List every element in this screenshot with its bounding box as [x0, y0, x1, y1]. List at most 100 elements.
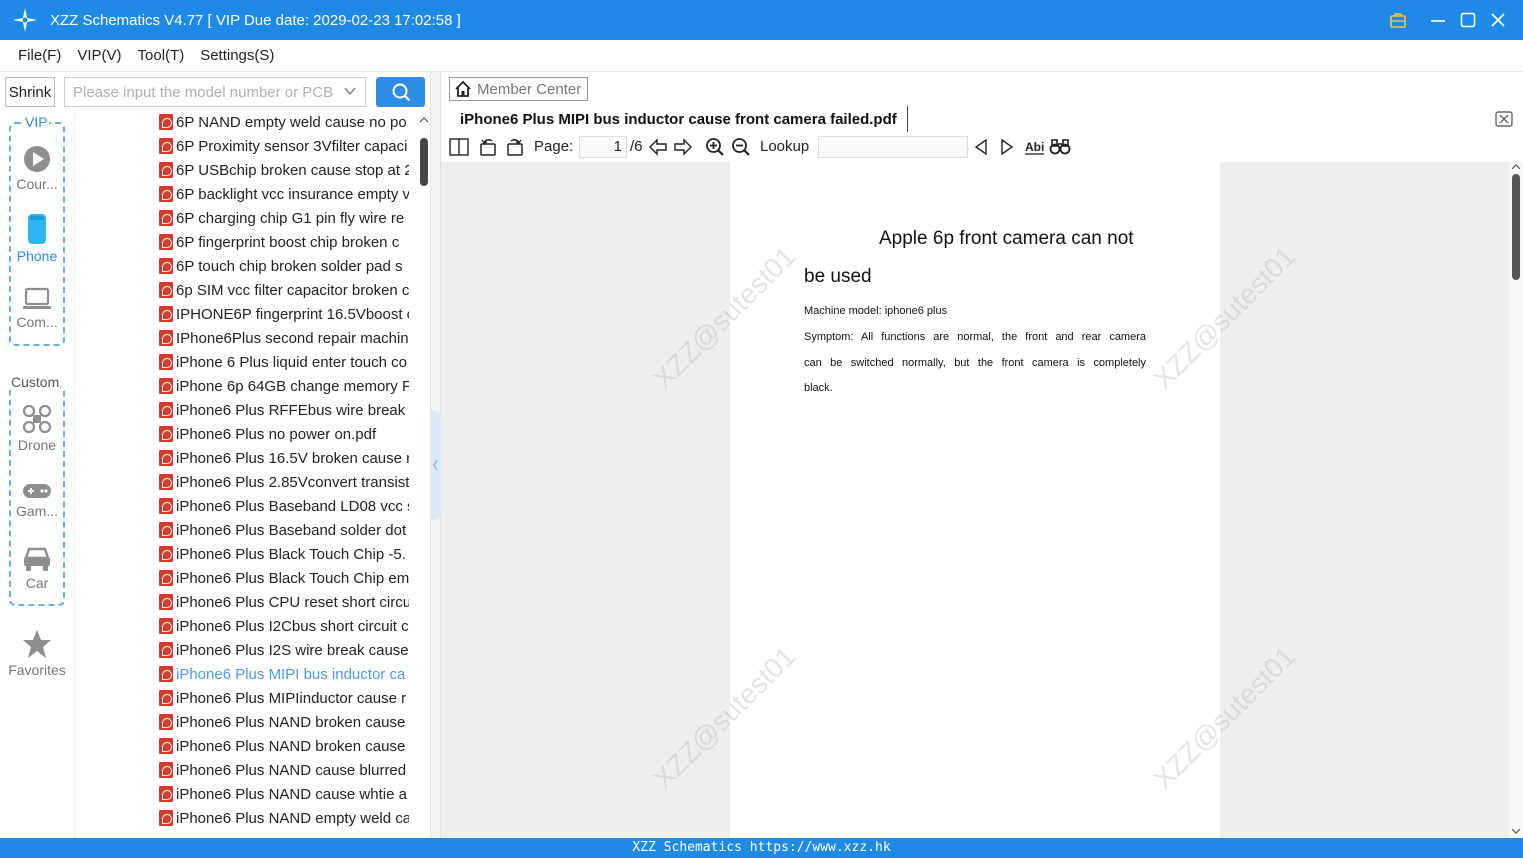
find-previous-icon[interactable] [973, 137, 989, 157]
home-icon [455, 80, 471, 97]
category-courses[interactable]: Cour... [0, 145, 74, 192]
close-tab-icon[interactable] [1495, 110, 1513, 133]
previous-page-icon[interactable] [648, 137, 668, 157]
menu-settings[interactable]: Settings(S) [200, 47, 274, 64]
shrink-button[interactable]: Shrink [5, 77, 55, 107]
file-list-item[interactable]: iPhone6 Plus Black Touch Chip -5. [159, 542, 409, 566]
file-name: iPhone 6 Plus liquid enter touch co [176, 353, 407, 371]
file-name: 6P Proximity sensor 3Vfilter capaci [176, 137, 408, 155]
minimize-button[interactable] [1423, 0, 1453, 40]
file-list-item[interactable]: iPhone6 Plus RFFEbus wire break [159, 398, 409, 422]
menu-vip[interactable]: VIP(V) [77, 47, 121, 64]
category-label: Phone [16, 248, 58, 264]
file-list-item[interactable]: 6P charging chip G1 pin fly wire re [159, 206, 409, 230]
viewer-scrollbar[interactable] [1509, 162, 1523, 838]
file-list-item[interactable]: iPhone6 Plus I2Cbus short circuit c [159, 614, 409, 638]
file-list-item[interactable]: iPhone6 Plus Black Touch Chip em [159, 566, 409, 590]
file-list-item[interactable]: 6P NAND empty weld cause no po [159, 110, 409, 134]
file-name: 6P fingerprint boost chip broken c [176, 233, 400, 251]
scrollbar-thumb[interactable] [420, 138, 428, 186]
menu-tool[interactable]: Tool(T) [138, 47, 185, 64]
pdf-file-icon [159, 522, 173, 538]
file-list-item[interactable]: iPhone6 Plus no power on.pdf [159, 422, 409, 446]
collapse-handle[interactable] [431, 410, 441, 520]
title-bar: XZZ Schematics V4.77 [ VIP Due date: 202… [0, 0, 1523, 40]
file-list-item[interactable]: iPhone 6 Plus liquid enter touch co [159, 350, 409, 374]
file-list-scrollbar[interactable] [418, 110, 430, 838]
rotate-left-icon[interactable] [478, 137, 498, 157]
zoom-out-icon[interactable] [731, 137, 751, 157]
file-list-item[interactable]: iPhone6 Plus NAND cause blurred [159, 758, 409, 782]
scroll-up-icon[interactable] [418, 114, 430, 126]
page-total: /6 [630, 138, 643, 155]
file-list-item[interactable]: iPhone6 Plus I2S wire break cause [159, 638, 409, 662]
file-list-item[interactable]: iPhone6 Plus MIPI bus inductor ca [159, 662, 409, 686]
toggle-sidebar-icon[interactable] [449, 137, 469, 157]
find-binoculars-icon[interactable] [1049, 137, 1071, 157]
file-list-item[interactable]: iPhone6 Plus NAND cause whtie a [159, 782, 409, 806]
file-name: iPhone6 Plus Baseband LD08 vcc s [176, 497, 409, 515]
page-number-input[interactable]: 1 [579, 136, 627, 158]
file-list-item[interactable]: 6P fingerprint boost chip broken c [159, 230, 409, 254]
lookup-input[interactable] [818, 136, 968, 158]
file-name: 6P NAND empty weld cause no po [176, 113, 407, 131]
next-page-icon[interactable] [673, 137, 693, 157]
file-list-item[interactable]: iPhone6 Plus CPU reset short circu [159, 590, 409, 614]
pdf-file-icon [159, 810, 173, 826]
document-tab[interactable]: iPhone6 Plus MIPI bus inductor cause fro… [449, 106, 908, 132]
model-search-box[interactable] [64, 77, 366, 107]
pdf-file-icon [159, 426, 173, 442]
file-list-item[interactable]: iPhone6 Plus NAND broken cause [159, 734, 409, 758]
category-phone[interactable]: Phone [0, 213, 74, 264]
file-name: iPhone6 Plus NAND empty weld ca [176, 809, 409, 827]
file-list-item[interactable]: 6P USBchip broken cause stop at 2 [159, 158, 409, 182]
category-car[interactable]: Car [0, 546, 74, 591]
search-input[interactable] [73, 83, 333, 101]
menu-file[interactable]: File(F) [18, 47, 61, 64]
find-next-icon[interactable] [999, 137, 1015, 157]
scroll-up-icon[interactable] [1509, 162, 1523, 172]
category-computer[interactable]: Com... [0, 287, 74, 330]
maximize-button[interactable] [1453, 0, 1483, 40]
file-list-item[interactable]: iPhone6 Plus Baseband LD08 vcc s [159, 494, 409, 518]
close-button[interactable] [1483, 0, 1513, 40]
search-button[interactable] [376, 77, 425, 107]
chevron-down-icon[interactable] [343, 84, 357, 103]
file-list-item[interactable]: iPhone6 Plus MIPIinductor cause r [159, 686, 409, 710]
file-list-item[interactable]: iPhone6 Plus NAND empty weld ca [159, 806, 409, 830]
file-list-item[interactable]: 6P backlight vcc insurance empty v [159, 182, 409, 206]
pdf-file-icon [159, 138, 173, 154]
file-name: iPhone6 Plus NAND broken cause [176, 737, 406, 755]
category-label: Cour... [16, 176, 58, 192]
match-case-icon[interactable]: Abi [1024, 137, 1046, 157]
file-list-item[interactable]: iPhone 6p 64GB change memory F [159, 374, 409, 398]
file-list-item[interactable]: IPHONE6P fingerprint 16.5Vboost c [159, 302, 409, 326]
file-list-item[interactable]: iPhone6 Plus NAND broken cause [159, 710, 409, 734]
file-list-item[interactable]: IPhone6Plus second repair machin [159, 326, 409, 350]
file-list-item[interactable]: 6p SIM vcc filter capacitor broken c [159, 278, 409, 302]
rotate-right-icon[interactable] [505, 137, 525, 157]
category-game[interactable]: Gam... [0, 482, 74, 519]
scrollbar-thumb[interactable] [1512, 174, 1520, 280]
panel-splitter[interactable] [430, 72, 441, 838]
doc-title-line1: Apple 6p front camera can not [879, 228, 1134, 249]
custom-group-label: Custom [10, 374, 61, 390]
file-name: iPhone 6p 64GB change memory F [176, 377, 409, 395]
pdf-file-icon [159, 258, 173, 274]
file-list-item[interactable]: 6P touch chip broken solder pad s [159, 254, 409, 278]
pdf-viewer[interactable]: Apple 6p front camera can not be used Ma… [441, 162, 1509, 838]
document-panel: Member Center iPhone6 Plus MIPI bus indu… [441, 72, 1523, 838]
file-list-item[interactable]: iPhone6 Plus 2.85Vconvert transist [159, 470, 409, 494]
lookup-label: Lookup [760, 138, 810, 155]
category-drone[interactable]: Drone [0, 404, 74, 453]
drone-icon [22, 404, 52, 434]
file-list-item[interactable]: 6P Proximity sensor 3Vfilter capaci [159, 134, 409, 158]
vip-bag-icon[interactable] [1383, 0, 1413, 40]
member-center-button[interactable]: Member Center [449, 77, 588, 101]
laptop-icon [23, 287, 51, 309]
zoom-in-icon[interactable] [705, 137, 725, 157]
file-list-item[interactable]: iPhone6 Plus 16.5V broken cause r [159, 446, 409, 470]
category-favorites[interactable]: Favorites [0, 629, 74, 678]
file-list-item[interactable]: iPhone6 Plus Baseband solder dot [159, 518, 409, 542]
scroll-down-icon[interactable] [1509, 826, 1523, 836]
